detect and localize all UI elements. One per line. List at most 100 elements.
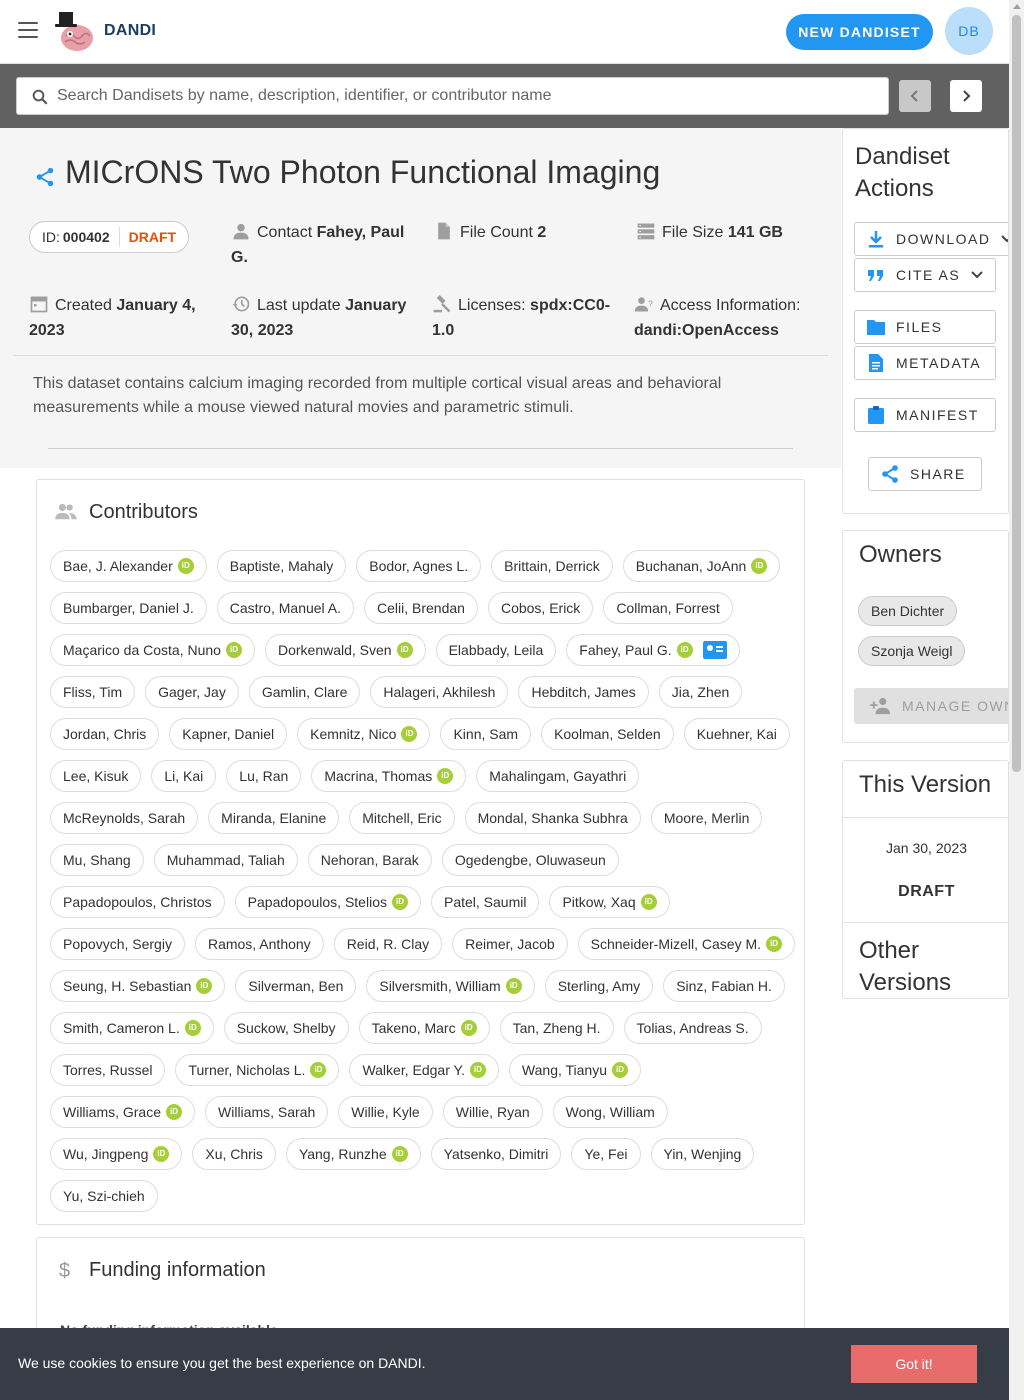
orcid-icon[interactable]: iD <box>177 558 194 574</box>
contributor-chip[interactable]: Tan, Zheng H. <box>499 1012 614 1044</box>
contributor-chip[interactable]: Torres, Russel <box>50 1054 166 1086</box>
contributor-chip[interactable]: Yatsenko, Dimitri <box>430 1138 562 1170</box>
orcid-icon[interactable]: iD <box>153 1146 170 1162</box>
contributor-chip[interactable]: Wu, Jingpeng iD <box>50 1138 183 1170</box>
owner-chip[interactable]: Szonja Weigl <box>858 636 966 666</box>
orcid-icon[interactable]: iD <box>437 768 454 784</box>
orcid-icon[interactable]: iD <box>505 978 522 994</box>
orcid-icon[interactable]: iD <box>310 1062 327 1078</box>
manifest-button[interactable]: MANIFEST <box>854 398 996 432</box>
contributor-chip[interactable]: Tolias, Andreas S. <box>623 1012 762 1044</box>
contributor-chip[interactable]: Macrina, Thomas iD <box>311 760 467 792</box>
contributor-chip[interactable]: Pitkow, Xaq iD <box>549 886 670 918</box>
contributor-chip[interactable]: Suckow, Shelby <box>223 1012 349 1044</box>
brand-name[interactable]: DANDI <box>104 22 156 40</box>
orcid-icon[interactable]: iD <box>640 894 657 910</box>
contributor-chip[interactable]: Mondal, Shanka Subhra <box>464 802 641 834</box>
contributor-chip[interactable]: Kuehner, Kai <box>683 718 790 750</box>
contributor-chip[interactable]: Elabbady, Leila <box>435 634 557 666</box>
contributor-chip[interactable]: Ogedengbe, Oluwaseun <box>441 844 619 876</box>
contributor-chip[interactable]: Miranda, Elanine <box>208 802 340 834</box>
contributor-chip[interactable]: Dorkenwald, Sven iD <box>264 634 426 666</box>
scrollbar-thumb[interactable] <box>1012 15 1021 772</box>
search-box[interactable] <box>16 77 889 115</box>
contributor-chip[interactable]: Fliss, Tim <box>50 676 136 708</box>
contributor-chip[interactable]: Smith, Cameron L. iD <box>50 1012 214 1044</box>
share-icon[interactable] <box>34 166 56 188</box>
contributor-chip[interactable]: Collman, Forrest <box>603 592 733 624</box>
contributor-chip[interactable]: Ramos, Anthony <box>194 928 324 960</box>
contributor-chip[interactable]: Patel, Saumil <box>430 886 540 918</box>
files-button[interactable]: FILES <box>854 310 996 344</box>
share-button[interactable]: SHARE <box>868 457 982 491</box>
contributor-chip[interactable]: Brittain, Derrick <box>491 550 613 582</box>
contributor-chip[interactable]: Williams, Grace iD <box>50 1096 196 1128</box>
contributor-chip[interactable]: Maçarico da Costa, Nuno iD <box>50 634 255 666</box>
contributor-chip[interactable]: Kinn, Sam <box>440 718 532 750</box>
menu-icon[interactable] <box>18 22 38 38</box>
contributor-chip[interactable]: Bodor, Agnes L. <box>356 550 482 582</box>
contributor-chip[interactable]: Silversmith, William iD <box>366 970 535 1002</box>
manage-owners-button[interactable]: MANAGE OWNERS <box>854 688 1008 724</box>
contributor-chip[interactable]: Yang, Runzhe iD <box>285 1138 421 1170</box>
contributor-chip[interactable]: Gager, Jay <box>145 676 239 708</box>
contributor-chip[interactable]: Popovych, Sergiy <box>50 928 185 960</box>
metadata-button[interactable]: METADATA <box>854 346 996 380</box>
contributor-chip[interactable]: Celii, Brendan <box>364 592 478 624</box>
version-status[interactable]: DRAFT <box>843 883 1008 901</box>
scroll-up-arrow-icon[interactable] <box>1013 4 1021 9</box>
contributor-chip[interactable]: Sinz, Fabian H. <box>663 970 785 1002</box>
contributor-chip[interactable]: Seung, H. Sebastian iD <box>50 970 226 1002</box>
orcid-icon[interactable]: iD <box>196 978 213 994</box>
contributor-chip[interactable]: Li, Kai <box>151 760 217 792</box>
next-dandiset-button[interactable] <box>950 80 982 112</box>
contributor-chip[interactable]: McReynolds, Sarah <box>50 802 199 834</box>
download-button[interactable]: DOWNLOAD <box>854 222 1008 256</box>
page-scrollbar[interactable] <box>1009 0 1024 1400</box>
orcid-icon[interactable]: iD <box>184 1020 201 1036</box>
contributor-chip[interactable]: Kapner, Daniel <box>169 718 288 750</box>
contributor-chip[interactable]: Papadopoulos, Christos <box>50 886 225 918</box>
orcid-icon[interactable]: iD <box>460 1020 477 1036</box>
orcid-icon[interactable]: iD <box>751 558 768 574</box>
contributor-chip[interactable]: Moore, Merlin <box>650 802 763 834</box>
contributor-chip[interactable]: Baptiste, Mahaly <box>216 550 347 582</box>
contributor-chip[interactable]: Reid, R. Clay <box>333 928 443 960</box>
contributor-chip[interactable]: Sterling, Amy <box>544 970 654 1002</box>
search-input[interactable] <box>57 78 878 114</box>
orcid-icon[interactable]: iD <box>391 894 408 910</box>
dandi-logo[interactable] <box>52 10 96 54</box>
orcid-icon[interactable]: iD <box>766 936 783 952</box>
orcid-icon[interactable]: iD <box>401 726 418 742</box>
owner-chip[interactable]: Ben Dichter <box>858 596 958 626</box>
contributor-chip[interactable]: Willie, Kyle <box>338 1096 433 1128</box>
cite-as-button[interactable]: CITE AS <box>854 258 996 292</box>
prev-dandiset-button[interactable] <box>899 80 931 112</box>
contributor-chip[interactable]: Buchanan, JoAnn iD <box>622 550 781 582</box>
contributor-chip[interactable]: Walker, Edgar Y. iD <box>349 1054 499 1086</box>
contributor-chip[interactable]: Muhammad, Taliah <box>153 844 298 876</box>
orcid-icon[interactable]: iD <box>676 642 693 658</box>
contributor-chip[interactable]: Castro, Manuel A. <box>216 592 355 624</box>
orcid-icon[interactable]: iD <box>612 1062 629 1078</box>
orcid-icon[interactable]: iD <box>166 1104 183 1120</box>
contributor-chip[interactable]: Willie, Ryan <box>442 1096 543 1128</box>
contributor-chip[interactable]: Yu, Szi-chieh <box>50 1180 158 1212</box>
user-avatar[interactable]: DB <box>945 7 993 55</box>
contributor-chip[interactable]: Reimer, Jacob <box>452 928 568 960</box>
contributor-chip[interactable]: Xu, Chris <box>192 1138 276 1170</box>
contributor-chip[interactable]: Yin, Wenjing <box>650 1138 755 1170</box>
contributor-chip[interactable]: Lee, Kisuk <box>50 760 142 792</box>
contributor-chip[interactable]: Kemnitz, Nico iD <box>297 718 431 750</box>
contributor-chip[interactable]: Wang, Tianyu iD <box>508 1054 642 1086</box>
contributor-chip[interactable]: Halageri, Akhilesh <box>370 676 509 708</box>
contributor-chip[interactable]: Lu, Ran <box>226 760 302 792</box>
contributor-chip[interactable]: Williams, Sarah <box>205 1096 329 1128</box>
contributor-chip[interactable]: Bae, J. Alexander iD <box>50 550 207 582</box>
contributor-chip[interactable]: Bumbarger, Daniel J. <box>50 592 207 624</box>
contributor-chip[interactable]: Silverman, Ben <box>235 970 357 1002</box>
contributor-chip[interactable]: Fahey, Paul G. iD <box>566 634 740 666</box>
contributor-chip[interactable]: Papadopoulos, Stelios iD <box>234 886 421 918</box>
contributor-chip[interactable]: Mu, Shang <box>50 844 144 876</box>
cookie-accept-button[interactable]: Got it! <box>851 1345 977 1383</box>
